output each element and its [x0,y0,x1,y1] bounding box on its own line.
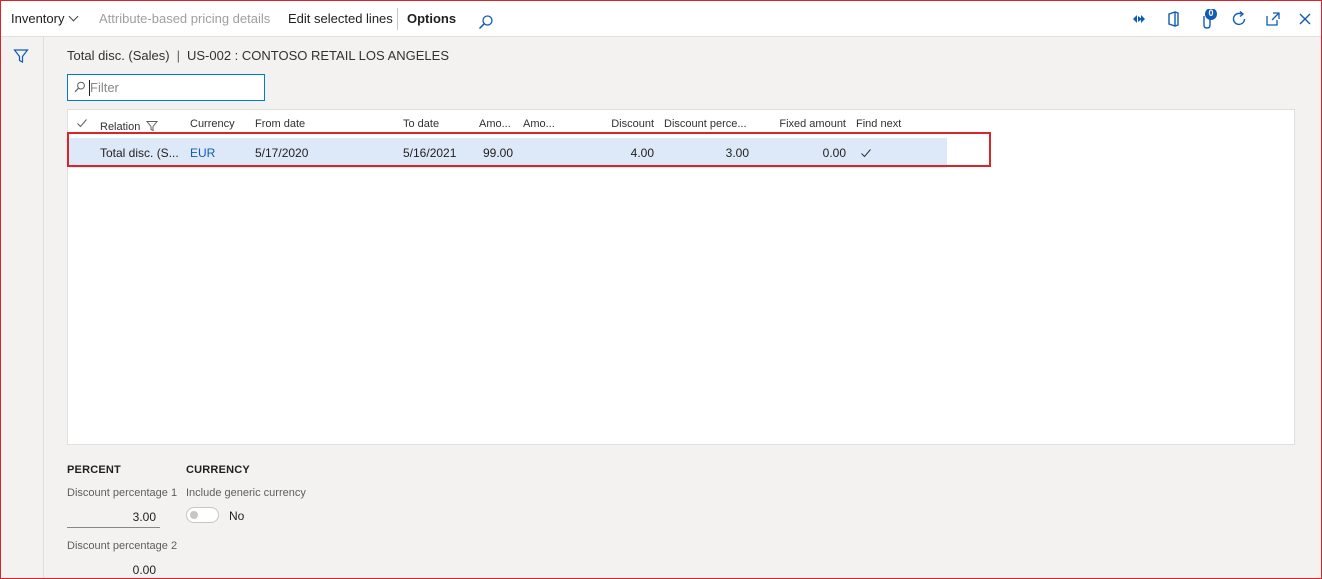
column-header-amount-2[interactable]: Amo... [523,118,555,130]
page-caption: Total disc. (Sales) | US-002 : CONTOSO RET… [67,48,449,63]
inventory-menu-label: Inventory [11,11,65,26]
toolbar-divider [397,8,398,30]
column-header-fixed-amount[interactable]: Fixed amount [758,118,846,130]
attachments-badge: 0 [1208,8,1214,18]
include-generic-currency-label: Include generic currency [186,487,306,499]
field-underline [67,527,160,528]
inventory-menu-button[interactable]: Inventory [11,1,79,37]
filter-input[interactable] [90,78,260,97]
percent-group-title: PERCENT [67,464,121,476]
discount-percentage-1-field[interactable]: 3.00 [67,510,156,524]
chevron-down-icon [69,11,79,22]
column-header-discount-percentage[interactable]: Discount perce... [664,118,747,130]
column-header-discount[interactable]: Discount [578,118,654,130]
action-pane: Inventory Attribute-based pricing detail… [1,1,1321,37]
cell-from-date: 5/17/2020 [255,146,309,160]
cell-amount-1: 99.00 [482,146,513,160]
options-tab[interactable]: Options [407,1,456,37]
left-nav-rail [1,37,44,578]
grid-filter-box[interactable] [67,74,265,101]
power-apps-icon[interactable] [1129,9,1149,29]
column-header-currency[interactable]: Currency [190,118,235,130]
toggle-knob [190,511,198,519]
caption-separator: | [176,48,180,63]
refresh-icon[interactable] [1229,9,1249,29]
column-header-find-next[interactable]: Find next [856,118,901,130]
column-filter-icon[interactable] [146,120,159,132]
column-header-from-date[interactable]: From date [255,118,305,130]
caption-customer: US-002 : CONTOSO RETAIL LOS ANGELES [186,48,449,63]
column-header-relation[interactable]: Relation [100,118,159,133]
filter-pane-icon[interactable] [13,48,29,64]
cell-currency[interactable]: EUR [190,146,215,160]
column-header-to-date[interactable]: To date [403,118,439,130]
cell-fixed-amount: 0.00 [822,146,846,160]
table-row[interactable]: Total disc. (S... EUR 5/17/2020 5/16/202… [69,138,947,168]
select-all-checkmark-icon[interactable] [76,117,88,132]
search-icon [74,81,85,93]
search-icon[interactable] [477,10,495,30]
discount-percentage-1-label: Discount percentage 1 [67,487,178,499]
currency-group-title: CURRENCY [186,464,250,476]
column-header-relation-label: Relation [100,121,141,133]
cell-discount-percentage: 3.00 [725,146,749,160]
office-icon[interactable] [1163,9,1183,29]
cell-discount: 4.00 [630,146,654,160]
discount-percentage-2-field[interactable]: 0.00 [67,563,156,577]
attachments-icon[interactable]: 0 [1197,8,1217,29]
cell-relation: Total disc. (S... [100,146,179,160]
checkmark-icon [860,147,872,162]
edit-selected-lines-button[interactable]: Edit selected lines [288,1,393,37]
discount-grid: Relation Currency From date To date Amo.… [67,109,1295,445]
text-cursor [89,80,90,96]
include-generic-currency-value: No [229,509,245,523]
discount-percentage-2-label: Discount percentage 2 [67,540,178,552]
attribute-pricing-details-button[interactable]: Attribute-based pricing details [99,1,270,37]
close-icon[interactable] [1295,9,1315,29]
open-in-new-window-icon[interactable] [1263,9,1283,29]
column-header-amount-1[interactable]: Amo... [479,118,511,130]
caption-record-type: Total disc. (Sales) [67,48,170,63]
include-generic-currency-toggle[interactable] [186,507,219,523]
cell-to-date: 5/16/2021 [403,146,457,160]
